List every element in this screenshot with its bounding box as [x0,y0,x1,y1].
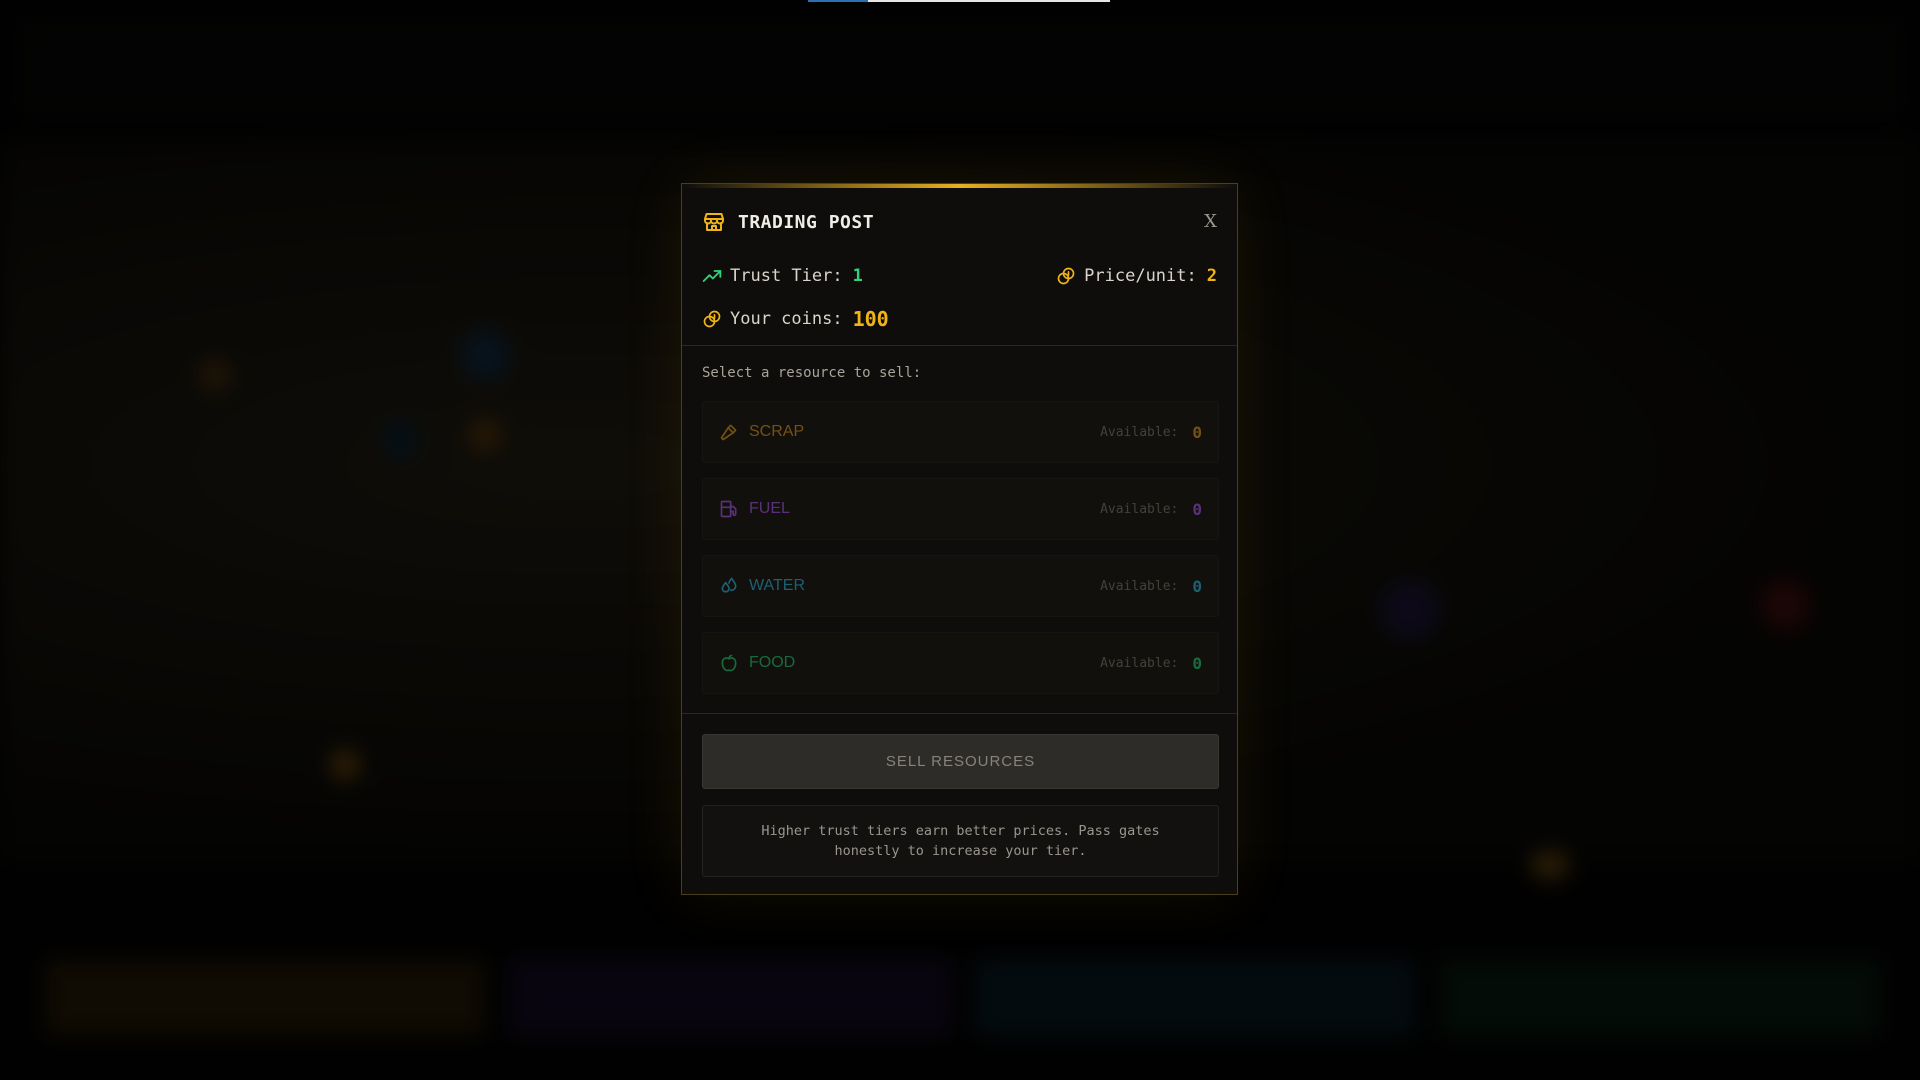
resource-option-water[interactable]: WATER Available: 0 [702,555,1219,617]
trust-hint-box: Higher trust tiers earn better prices. P… [702,805,1219,877]
trust-tier-stat: Trust Tier: 1 [702,266,863,286]
loading-progress-fill [808,0,869,2]
coins-row: Your coins: 100 [702,306,1217,332]
loading-progress-bar [808,0,1110,2]
available-label: Available: [1100,424,1179,440]
divider [682,345,1237,346]
coins-value: 100 [852,307,889,331]
coins-label: Your coins: [730,309,843,329]
available-count: 0 [1192,576,1202,596]
modal-top-accent [682,184,1237,188]
trending-up-icon [702,268,722,284]
resource-name: WATER [749,577,805,594]
resource-name: SCRAP [749,423,805,440]
droplets-icon [719,576,739,596]
modal-header: TRADING POST X [702,204,1217,240]
resource-name: FUEL [749,500,790,517]
hammer-icon [719,422,739,442]
resource-name: FOOD [749,654,796,671]
apple-icon [719,653,739,673]
store-icon [702,210,726,234]
close-button[interactable]: X [1204,211,1217,232]
trust-tier-value: 1 [852,266,863,286]
divider [682,713,1237,714]
coins-icon [702,309,722,329]
fuel-pump-icon [719,499,739,519]
available-label: Available: [1100,578,1179,594]
trust-tier-label: Trust Tier: [730,266,843,286]
coins-icon [1056,266,1076,286]
stats-row: Trust Tier: 1 Price/unit: 2 [702,264,1217,288]
resource-option-food[interactable]: FOOD Available: 0 [702,632,1219,694]
price-label: Price/unit: [1084,266,1197,286]
price-value: 2 [1206,266,1217,286]
available-label: Available: [1100,655,1179,671]
available-label: Available: [1100,501,1179,517]
modal-title: TRADING POST [738,211,875,233]
sell-resources-button[interactable]: SELL RESOURCES [702,734,1219,789]
trust-hint-text: Higher trust tiers earn better prices. P… [761,823,1160,859]
coins-stat: Your coins: 100 [702,307,889,331]
available-count: 0 [1192,499,1202,519]
price-stat: Price/unit: 2 [1056,266,1217,286]
trading-post-modal: TRADING POST X Trust Tier: 1 Price/unit:… [681,183,1238,895]
select-resource-label: Select a resource to sell: [702,365,922,381]
available-count: 0 [1192,422,1202,442]
resource-option-scrap[interactable]: SCRAP Available: 0 [702,401,1219,463]
available-count: 0 [1192,653,1202,673]
resource-option-fuel[interactable]: FUEL Available: 0 [702,478,1219,540]
